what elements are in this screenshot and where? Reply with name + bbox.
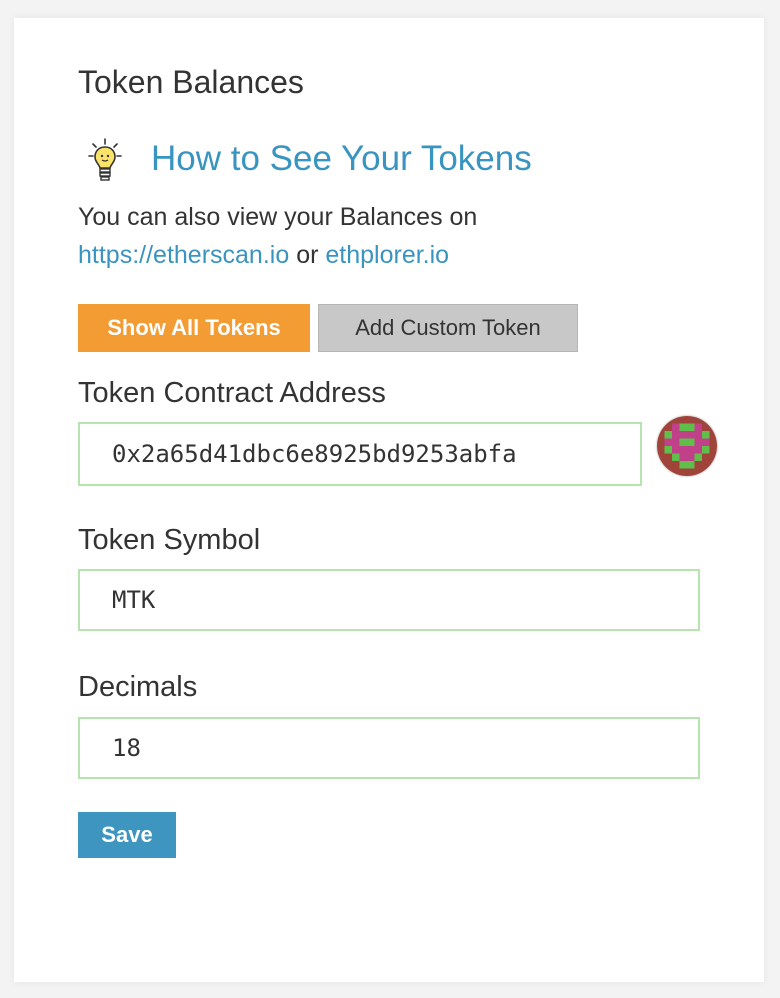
add-custom-token-button[interactable]: Add Custom Token: [318, 304, 578, 352]
save-button[interactable]: Save: [78, 812, 176, 858]
address-identicon: [657, 416, 717, 476]
token-symbol-input[interactable]: [78, 569, 700, 631]
show-all-tokens-button[interactable]: Show All Tokens: [78, 304, 310, 352]
section-title: Token Balances: [78, 64, 304, 100]
contract-address-input[interactable]: [78, 422, 642, 486]
ethplorer-link[interactable]: ethplorer.io: [325, 241, 449, 269]
contract-address-label: Token Contract Address: [78, 377, 386, 409]
or-text: or: [296, 241, 319, 269]
etherscan-link[interactable]: https://etherscan.io: [78, 241, 289, 269]
decimals-input[interactable]: [78, 717, 700, 779]
balances-description: You can also view your Balances on https…: [78, 198, 738, 274]
token-symbol-label: Token Symbol: [78, 524, 261, 556]
lightbulb-icon: [88, 138, 122, 181]
description-text: You can also view your Balances on: [78, 203, 478, 231]
token-balances-panel: Token Balances How to See Your Tokens Yo…: [14, 18, 764, 982]
how-to-see-tokens-link[interactable]: How to See Your Tokens: [151, 137, 532, 181]
decimals-label: Decimals: [78, 671, 198, 703]
